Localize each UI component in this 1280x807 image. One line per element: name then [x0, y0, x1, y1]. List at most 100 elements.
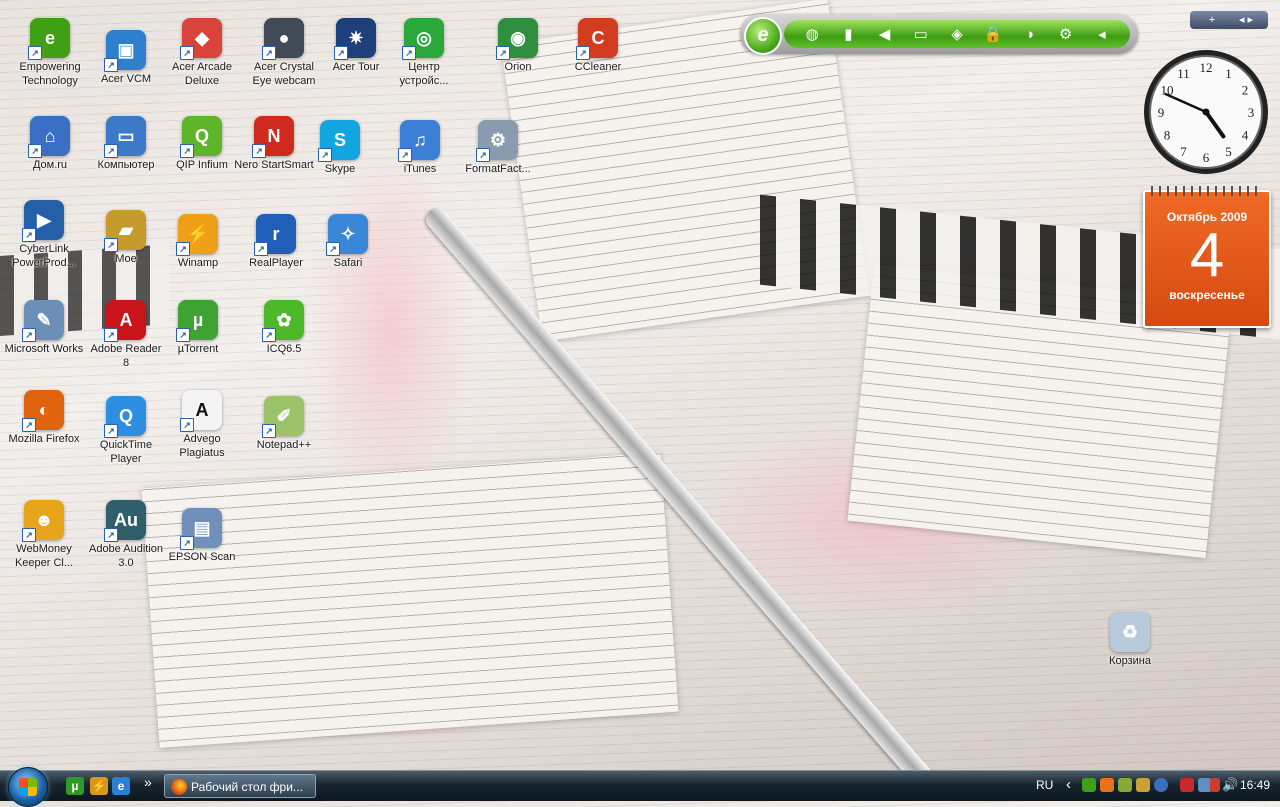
desktop-icon[interactable]: ◎ ↗ Центр устройс...	[384, 18, 464, 88]
desktop-icon[interactable]: Q ↗ QuickTime Player	[86, 396, 166, 466]
desktop-icon[interactable]: ⚡ ↗ Winamp	[158, 214, 238, 270]
microsoft-works-icon: ✎ ↗	[22, 300, 64, 342]
desktop-icon-label: Мое	[115, 253, 137, 265]
ie-quicklaunch-icon[interactable]: e	[112, 777, 130, 795]
desktop-icon[interactable]: ▤ ↗ EPSON Scan	[162, 508, 242, 564]
tray-icon-2[interactable]	[1100, 778, 1114, 792]
light-icon[interactable]: ◈	[946, 25, 968, 43]
battery-icon[interactable]: ▮	[837, 25, 859, 43]
language-indicator[interactable]: RU	[1036, 778, 1053, 792]
security-tray-icon[interactable]	[1210, 778, 1220, 792]
icon-glyph: A	[119, 309, 133, 330]
desktop-icon-label: QuickTime Player	[99, 439, 153, 465]
desktop-icon[interactable]: ✧ ↗ Safari	[308, 214, 388, 270]
icon-glyph: ✎	[36, 309, 52, 330]
desktop-icon-label: Microsoft Works	[4, 343, 84, 355]
desktop-icon[interactable]: S ↗ Skype	[300, 120, 380, 176]
desktop-icon[interactable]: ◉ ↗ Orion	[478, 18, 558, 74]
icon-glyph: ▤	[193, 517, 211, 538]
device-center-icon: ◎ ↗	[402, 18, 444, 60]
utorrent-quicklaunch-icon[interactable]: µ	[66, 777, 84, 795]
icon-glyph: ♫	[413, 129, 427, 150]
desktop-icon[interactable]: ⌂ ↗ Дом.ru	[10, 116, 90, 172]
desktop-icon[interactable]: ▣ ↗ Acer VCM	[86, 30, 166, 86]
shortcut-arrow-icon: ↗	[176, 328, 190, 342]
shortcut-arrow-icon: ↗	[252, 144, 266, 158]
desktop-icon[interactable]: ✿ ↗ ICQ6.5	[244, 300, 324, 356]
shortcut-arrow-icon: ↗	[176, 242, 190, 256]
icon-glyph: ⌂	[44, 125, 56, 146]
gear-icon[interactable]: ⚙	[1055, 25, 1077, 43]
desktop-icon[interactable]: e ↗ Empowering Technology	[10, 18, 90, 88]
tray-icon-1[interactable]	[1082, 778, 1096, 792]
desktop-icon[interactable]: ⚙ ↗ FormatFact...	[458, 120, 538, 176]
shortcut-arrow-icon: ↗	[262, 424, 276, 438]
orion-icon: ◉ ↗	[496, 18, 538, 60]
collapse-icon[interactable]: ◂	[1091, 25, 1113, 43]
desktop-icon-label: µTorrent	[177, 343, 219, 355]
tray-expand-arrow[interactable]: ‹	[1066, 776, 1071, 793]
start-button[interactable]	[8, 767, 48, 807]
desktop-icon[interactable]: ▰ ↗ Мое	[86, 210, 166, 266]
desktop-icon[interactable]: A ↗ Adobe Reader 8	[86, 300, 166, 370]
sidebar-nav-buttons[interactable]: ◂ ▸	[1224, 11, 1268, 29]
projector-icon[interactable]: ▭	[910, 25, 932, 43]
lock-icon[interactable]: 🔒	[982, 25, 1004, 43]
icon-glyph: ✷	[348, 27, 364, 48]
empowering-toolbar-gadget[interactable]: e ◍ ▮ ◀ ▭ ◈ 🔒 ◑ ⚙ ◂	[740, 14, 1138, 55]
empowering-logo-icon[interactable]: e	[744, 17, 782, 55]
tray-icon-3[interactable]	[1118, 778, 1132, 792]
desktop-icon[interactable]: ☻ ↗ WebMoney Keeper Cl...	[4, 500, 84, 570]
taskbar: µ ⚡ e » Рабочий стол фри... RU ‹ 🔊 16:49	[0, 767, 1280, 807]
desktop-icon-label: Acer VCM	[100, 73, 152, 85]
desktop-icon[interactable]: A ↗ Advego Plagiatus	[162, 390, 242, 460]
epson-scan-icon: ▤ ↗	[180, 508, 222, 550]
tray-icon-6[interactable]	[1180, 778, 1194, 792]
desktop-icon-label: CyberLink PowerProd...	[12, 243, 76, 269]
icon-glyph: ▰	[119, 219, 133, 240]
winamp-quicklaunch-icon[interactable]: ⚡	[90, 777, 108, 795]
icon-glyph: ◆	[195, 27, 209, 48]
tray-icon-5[interactable]	[1154, 778, 1168, 792]
desktop-icon[interactable]: Q ↗ QIP Infium	[162, 116, 242, 172]
desktop-icon[interactable]: Au ↗ Adobe Audition 3.0	[86, 500, 166, 570]
globe-icon[interactable]: ◍	[801, 25, 823, 43]
quicklaunch-more-button[interactable]: »	[144, 774, 152, 790]
desktop-icon-label: Acer Arcade Deluxe	[172, 61, 232, 87]
desktop-icon[interactable]: r ↗ RealPlayer	[236, 214, 316, 270]
clock-numeral: 11	[1177, 66, 1190, 81]
taskbar-item-firefox[interactable]: Рабочий стол фри...	[164, 774, 316, 798]
desktop-icon[interactable]: ♻ Корзина	[1090, 612, 1170, 668]
desktop-icon[interactable]: ● ↗ Acer Crystal Eye webcam	[244, 18, 324, 88]
power-icon[interactable]: ◑	[1018, 26, 1040, 43]
clock-numeral: 3	[1248, 105, 1255, 120]
desktop-icon[interactable]: C ↗ CCleaner	[558, 18, 638, 74]
webcam-icon: ● ↗	[262, 18, 304, 60]
shortcut-arrow-icon: ↗	[334, 46, 348, 60]
tray-clock[interactable]: 16:49	[1240, 778, 1270, 792]
desktop-icon-label: WebMoney Keeper Cl...	[14, 543, 74, 569]
desktop-icon[interactable]: ▶ ↗ CyberLink PowerProd...	[4, 200, 84, 270]
icon-glyph: ✿	[276, 309, 292, 330]
desktop-icon[interactable]: ◐ ↗ Mozilla Firefox	[4, 390, 84, 446]
desktop-icon[interactable]: ✐ ↗ Notepad++	[244, 396, 324, 452]
desktop-icon[interactable]: ▭ ↗ Компьютер	[86, 116, 166, 172]
shortcut-arrow-icon: ↗	[496, 46, 510, 60]
desktop-icon[interactable]: µ ↗ µTorrent	[158, 300, 238, 356]
icon-glyph: A	[195, 399, 209, 420]
desktop-icon[interactable]: ♫ ↗ iTunes	[380, 120, 460, 176]
shortcut-arrow-icon: ↗	[104, 238, 118, 252]
speaker-icon[interactable]: ◀	[874, 25, 896, 43]
desktop-icon[interactable]: ✎ ↗ Microsoft Works	[4, 300, 84, 356]
desktop-icon-label: FormatFact...	[465, 163, 531, 175]
desktop-icon-label: Adobe Audition 3.0	[88, 543, 163, 569]
desktop-icon[interactable]: ◆ ↗ Acer Arcade Deluxe	[162, 18, 242, 88]
clock-numeral: 4	[1242, 128, 1249, 143]
clock-gadget[interactable]: 1234567891011 12	[1142, 48, 1270, 176]
shortcut-arrow-icon: ↗	[22, 328, 36, 342]
icon-glyph: Q	[194, 125, 209, 146]
acer-tour-icon: ✷ ↗	[334, 18, 376, 60]
calendar-gadget[interactable]: Октябрь 2009 4 воскресенье	[1143, 186, 1271, 328]
tray-icon-4[interactable]	[1136, 778, 1150, 792]
volume-tray-icon[interactable]: 🔊	[1222, 778, 1238, 792]
